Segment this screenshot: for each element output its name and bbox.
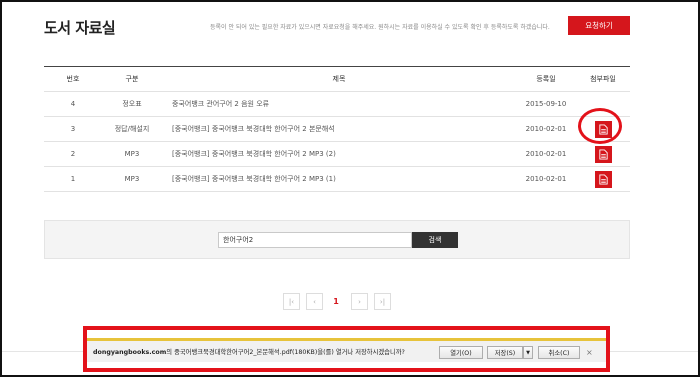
header-file: 첨부파일 — [590, 75, 616, 83]
header-title: 제목 — [332, 75, 346, 83]
row-type: MP3 — [124, 150, 140, 158]
first-page-button[interactable]: |‹ — [283, 293, 300, 310]
current-page[interactable]: 1 — [329, 293, 343, 310]
file-download-icon[interactable] — [594, 120, 612, 138]
row-no: 1 — [70, 175, 76, 183]
row-date: 2010-02-01 — [525, 150, 567, 158]
row-file — [576, 170, 630, 188]
download-message: dongyangbooks.com의 중국어뱅크북경대학한어구어2_본문해석.p… — [93, 347, 405, 356]
table-row: 1 MP3 [중국어뱅크] 중국어뱅크 북경대학 한어구어 2 MP3 (1) … — [44, 167, 630, 192]
cancel-button[interactable]: 취소(C) — [538, 346, 580, 359]
table-header-row: 번호 구분 제목 등록일 첨부파일 — [44, 67, 630, 92]
row-title-link[interactable]: [중국어뱅크] 중국어뱅크 북경대학 한어구어 2 MP3 (1) — [162, 174, 516, 184]
pagination: |‹ ‹ 1 › ›| — [283, 293, 397, 310]
save-options-dropdown[interactable]: ▼ — [523, 346, 533, 359]
row-no: 2 — [70, 150, 76, 158]
prev-page-button[interactable]: ‹ — [306, 293, 323, 310]
header-type: 구분 — [125, 75, 139, 83]
row-date: 2015-09-10 — [525, 100, 567, 108]
download-notification-bar: dongyangbooks.com의 중국어뱅크북경대학한어구어2_본문해석.p… — [87, 338, 606, 362]
row-title-link[interactable]: [중국어뱅크] 중국어뱅크 북경대학 한어구어 2 본문해석 — [162, 124, 516, 134]
row-file — [576, 145, 630, 163]
row-type: 정오표 — [122, 100, 142, 108]
header-date: 등록일 — [536, 75, 556, 83]
request-button[interactable]: 요청하기 — [568, 16, 630, 35]
search-button[interactable]: 검색 — [412, 232, 458, 248]
file-download-icon[interactable] — [594, 170, 612, 188]
next-page-button[interactable]: › — [351, 293, 368, 310]
row-file — [576, 120, 630, 138]
last-page-button[interactable]: ›| — [374, 293, 391, 310]
download-site: dongyangbooks.com — [93, 349, 167, 356]
resource-table: 번호 구분 제목 등록일 첨부파일 4 정오표 중국어뱅크 관어구어 2 음원 … — [44, 66, 630, 192]
save-button[interactable]: 저장(S) — [487, 346, 523, 359]
row-date: 2010-02-01 — [525, 175, 567, 183]
table-row: 3 정답/해설지 [중국어뱅크] 중국어뱅크 북경대학 한어구어 2 본문해석 … — [44, 117, 630, 142]
download-question: (180KB)을(를) 열거나 저장하시겠습니까? — [291, 349, 405, 356]
search-input[interactable] — [218, 232, 412, 248]
row-title-link[interactable]: [중국어뱅크] 중국어뱅크 북경대학 한어구어 2 MP3 (2) — [162, 149, 516, 159]
table-row: 4 정오표 중국어뱅크 관어구어 2 음원 오류 2015-09-10 — [44, 92, 630, 117]
file-download-icon[interactable] — [594, 145, 612, 163]
open-button[interactable]: 열기(O) — [439, 346, 483, 359]
table-row: 2 MP3 [중국어뱅크] 중국어뱅크 북경대학 한어구어 2 MP3 (2) … — [44, 142, 630, 167]
row-no: 4 — [70, 100, 76, 108]
download-filename: 의 중국어뱅크북경대학한어구어2_본문해석.pdf — [166, 349, 292, 356]
row-date: 2010-02-01 — [525, 125, 567, 133]
row-type: MP3 — [124, 175, 140, 183]
header-no: 번호 — [66, 75, 80, 83]
row-no: 3 — [70, 125, 76, 133]
page-title: 도서 자료실 — [44, 19, 116, 37]
request-notice: 등록이 안 되어 있는 필요한 자료가 있으시면 자료요청을 해주세요. 원하시… — [210, 24, 550, 31]
search-box: 검색 — [44, 220, 630, 259]
close-icon[interactable]: × — [586, 348, 593, 357]
row-title-link[interactable]: 중국어뱅크 관어구어 2 음원 오류 — [162, 99, 516, 109]
row-type: 정답/해설지 — [114, 125, 150, 133]
